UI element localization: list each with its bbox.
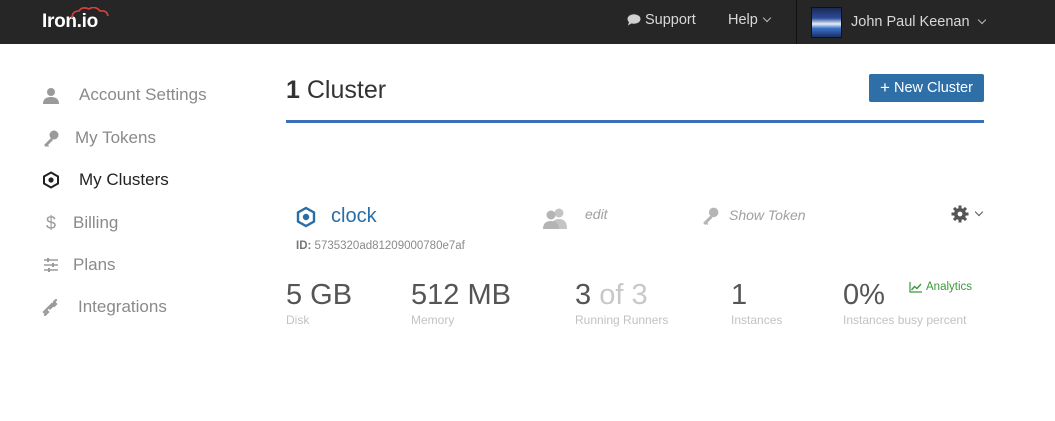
logo[interactable]: Iron.io: [42, 7, 109, 35]
plus-icon: +: [880, 77, 890, 97]
plug-icon: [40, 296, 62, 318]
analytics-label: Analytics: [926, 281, 973, 293]
title-divider: [286, 120, 984, 123]
metric-value-total: of 3: [599, 279, 648, 311]
cloud-logo-icon: [71, 7, 109, 19]
sidebar-item-account-settings[interactable]: Account Settings: [40, 84, 207, 106]
chevron-down-icon: [974, 207, 984, 217]
new-cluster-label: New Cluster: [893, 80, 973, 96]
metric-label: Memory: [411, 313, 455, 327]
users-icon: [543, 208, 567, 229]
hexagon-icon: [40, 169, 62, 191]
cluster-id-label: ID:: [296, 240, 312, 252]
support-label: Support: [645, 12, 696, 28]
dollar-icon: $: [45, 212, 56, 233]
metric-instances: 1 Instances: [731, 279, 782, 327]
page-title: 1 Cluster: [286, 76, 386, 105]
page-title-text: Cluster: [306, 76, 387, 104]
chevron-down-icon: [762, 13, 772, 23]
help-menu[interactable]: Help: [728, 12, 772, 28]
metric-disk: 5 GB Disk: [286, 279, 352, 327]
metric-label: Running Runners: [575, 313, 669, 327]
gear-icon: [951, 205, 969, 223]
cluster-name-link[interactable]: clock: [331, 205, 377, 228]
line-chart-icon: [909, 281, 922, 293]
sidebar-item-billing[interactable]: $ Billing: [40, 212, 118, 234]
sidebar-item-label: My Clusters: [79, 170, 169, 189]
sidebar-item-label: Account Settings: [79, 85, 207, 104]
metric-value: 1: [731, 279, 748, 311]
cluster-count: 1: [286, 76, 300, 104]
sidebar-item-my-clusters[interactable]: My Clusters: [40, 169, 169, 191]
sidebar-item-label: Plans: [73, 255, 116, 274]
cluster-id: ID: 5735320ad81209000780e7af: [296, 240, 465, 252]
metric-label: Instances: [731, 313, 783, 327]
new-cluster-button[interactable]: + New Cluster: [869, 74, 984, 102]
edit-link[interactable]: edit: [585, 206, 608, 222]
user-menu[interactable]: John Paul Keenan: [811, 6, 986, 38]
navbar-divider: [796, 0, 797, 44]
metric-memory: 512 MB Memory: [411, 279, 511, 327]
metric-value: 5 GB: [286, 279, 353, 311]
metric-value-main: 3: [575, 279, 592, 311]
chevron-down-icon: [977, 15, 986, 25]
top-navbar: Iron.io Support Help John Paul Keenan: [0, 0, 1055, 44]
metric-value: 3 of 3: [575, 279, 668, 312]
sidebar-item-label: My Tokens: [75, 128, 156, 147]
metric-running-runners: 3 of 3 Running Runners: [575, 279, 668, 327]
cluster-settings-menu[interactable]: [951, 205, 984, 223]
hexagon-icon: [296, 206, 316, 228]
cluster-id-value: 5735320ad81209000780e7af: [314, 240, 465, 252]
analytics-link[interactable]: Analytics: [909, 281, 972, 293]
support-link[interactable]: Support: [627, 12, 696, 28]
chat-bubble-icon: [627, 14, 641, 26]
sidebar-item-my-tokens[interactable]: My Tokens: [40, 127, 156, 149]
sidebar-item-plans[interactable]: Plans: [40, 254, 116, 276]
sidebar-item-label: Billing: [73, 213, 119, 232]
sliders-icon: [40, 254, 62, 276]
show-token-link[interactable]: Show Token: [729, 207, 806, 223]
help-label: Help: [728, 12, 758, 28]
metric-label: Instances busy percent: [843, 313, 967, 327]
sidebar-item-integrations[interactable]: Integrations: [40, 296, 167, 318]
metric-label: Disk: [286, 313, 310, 327]
metric-value: 512 MB: [411, 279, 511, 311]
key-icon: [703, 207, 719, 225]
sidebar-item-label: Integrations: [78, 297, 167, 316]
avatar: [811, 6, 842, 38]
user-icon: [40, 84, 62, 106]
key-icon: [40, 127, 62, 149]
user-name: John Paul Keenan: [851, 14, 970, 30]
